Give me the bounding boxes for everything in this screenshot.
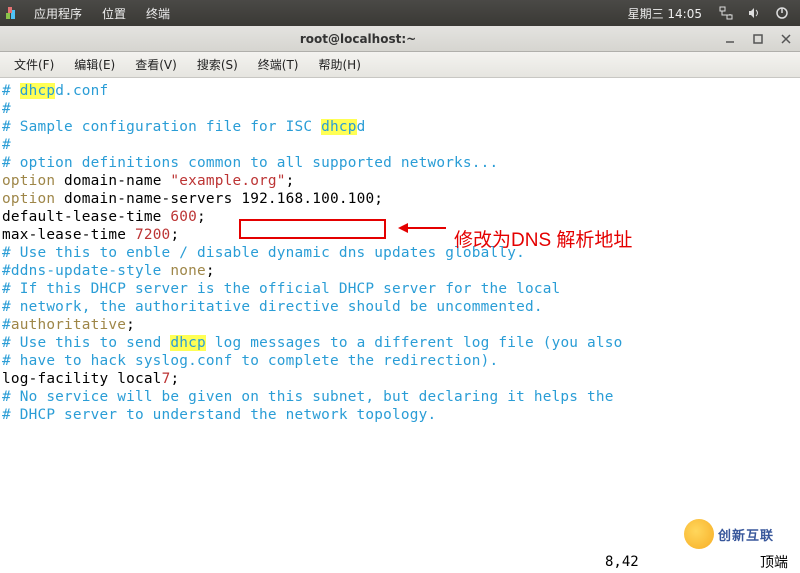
panel-places[interactable]: 位置 [92, 5, 136, 22]
t: # Sample configuration file for ISC dhcp… [2, 119, 365, 135]
t: authoritative [11, 317, 126, 333]
panel-terminal[interactable]: 终端 [136, 5, 180, 22]
t: # dhcpd.conf [2, 83, 108, 99]
window-titlebar: root@localhost:~ [0, 26, 800, 52]
t: ; [286, 173, 295, 189]
vim-status-bar: 8,42 顶端 [0, 551, 800, 573]
t: # No service will be given on this subne… [2, 389, 614, 405]
app-menubar: 文件(F) 编辑(E) 查看(V) 搜索(S) 终端(T) 帮助(H) [0, 52, 800, 78]
cursor-position: 8,42 [605, 554, 639, 570]
power-icon[interactable] [772, 3, 792, 23]
terminal-editor[interactable]: # dhcpd.conf # # Sample configuration fi… [0, 78, 800, 428]
t: max-lease-time [2, 227, 135, 243]
t: # network, the authoritative directive s… [2, 299, 543, 315]
network-icon[interactable] [716, 3, 736, 23]
menu-terminal[interactable]: 终端(T) [248, 56, 309, 73]
t: # If this DHCP server is the official DH… [2, 281, 560, 297]
menu-view[interactable]: 查看(V) [125, 56, 187, 73]
watermark-text: 创新互联 [718, 525, 774, 544]
t: ; [197, 209, 206, 225]
maximize-button[interactable] [748, 29, 768, 49]
t: # have to hack syslog.conf to complete t… [2, 353, 498, 369]
window-title: root@localhost:~ [0, 32, 716, 46]
t: "example.org" [170, 173, 285, 189]
t: # [2, 137, 11, 153]
t: default-lease-time [2, 209, 170, 225]
t: # Use this to send dhcp log messages to … [2, 335, 623, 351]
panel-applications[interactable]: 应用程序 [24, 5, 92, 22]
annotation-box [239, 219, 386, 239]
watermark-swirl-icon [684, 519, 714, 549]
t: option [2, 191, 55, 207]
t: # Use this to enble / disable dynamic dn… [2, 245, 525, 261]
t: 7200 [135, 227, 170, 243]
t: domain-name-servers [55, 191, 241, 207]
t: #ddns-update-style [2, 263, 170, 279]
dns-server-value: 192.168.100.100; [241, 191, 383, 207]
scroll-indicator: 顶端 [760, 552, 788, 572]
panel-clock[interactable]: 星期三 14:05 [618, 5, 712, 22]
t: # [2, 317, 11, 333]
close-button[interactable] [776, 29, 796, 49]
gnome-top-panel: 应用程序 位置 终端 星期三 14:05 [0, 0, 800, 26]
t: ; [126, 317, 135, 333]
t: # [2, 101, 11, 117]
t: option [2, 173, 55, 189]
watermark-logo: 创新互联 [684, 519, 794, 549]
t: domain-name [55, 173, 170, 189]
annotation-arrow-icon [398, 219, 448, 242]
volume-icon[interactable] [744, 3, 764, 23]
t: ; [170, 227, 179, 243]
annotation-text: 修改为DNS 解析地址 [454, 225, 632, 252]
t: log-facility local [2, 371, 162, 387]
t: # option definitions common to all suppo… [2, 155, 498, 171]
t: 600 [170, 209, 197, 225]
activities-icon [4, 5, 20, 21]
menu-search[interactable]: 搜索(S) [187, 56, 248, 73]
minimize-button[interactable] [720, 29, 740, 49]
t: ; [206, 263, 215, 279]
menu-help[interactable]: 帮助(H) [309, 56, 371, 73]
t: # DHCP server to understand the network … [2, 407, 436, 423]
t: none [170, 263, 205, 279]
menu-file[interactable]: 文件(F) [4, 56, 64, 73]
t: ; [170, 371, 179, 387]
menu-edit[interactable]: 编辑(E) [64, 56, 125, 73]
